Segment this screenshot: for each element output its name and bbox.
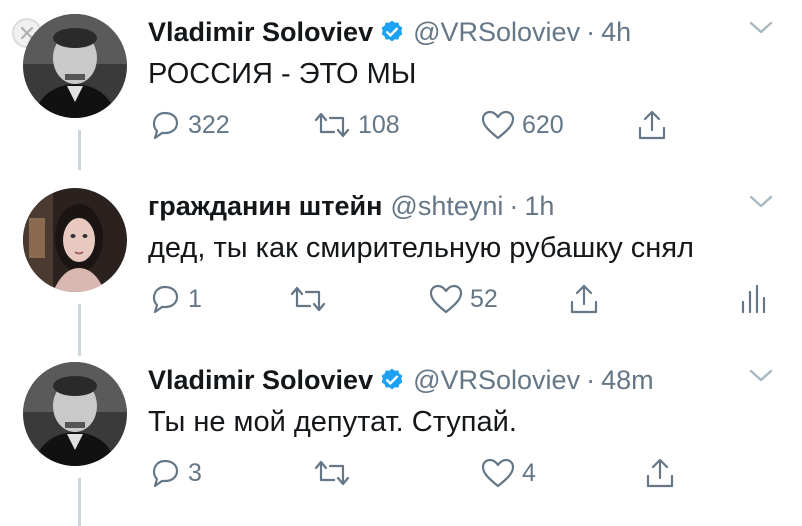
verified-badge-icon xyxy=(379,367,405,393)
user-handle[interactable]: @shteyni xyxy=(390,191,503,222)
like-icon xyxy=(480,108,516,142)
timestamp[interactable]: 4h xyxy=(601,17,631,48)
retweet-icon xyxy=(312,456,352,490)
tweet-text: дед, ты как смирительную рубашку снял xyxy=(148,232,694,264)
retweet-button[interactable] xyxy=(288,282,334,316)
share-button[interactable] xyxy=(636,108,668,142)
tweet[interactable]: Vladimir Soloviev @VRSoloviev · 4h РОССИ… xyxy=(0,14,802,164)
tweet-actions: 3 4 xyxy=(0,456,802,492)
separator: · xyxy=(509,190,519,221)
retweet-button[interactable] xyxy=(312,456,358,490)
avatar[interactable] xyxy=(23,188,127,292)
like-button[interactable]: 620 xyxy=(480,108,564,142)
chevron-down-icon[interactable] xyxy=(748,194,774,210)
chevron-down-icon[interactable] xyxy=(748,368,774,384)
share-icon xyxy=(568,282,600,316)
like-count: 620 xyxy=(522,110,564,139)
avatar[interactable] xyxy=(23,362,127,466)
tweet-text: Ты не мой депутат. Ступай. xyxy=(148,406,517,438)
tweet[interactable]: гражданин штейн @shteyni · 1h дед, ты ка… xyxy=(0,188,802,338)
reply-icon xyxy=(148,108,182,142)
display-name[interactable]: Vladimir Soloviev xyxy=(148,17,373,48)
like-count: 4 xyxy=(522,458,536,487)
reply-button[interactable]: 3 xyxy=(148,456,202,490)
retweet-icon xyxy=(312,108,352,142)
like-count: 52 xyxy=(470,284,498,313)
tweet-actions: 322 108 620 xyxy=(0,108,802,144)
avatar[interactable] xyxy=(23,14,127,118)
tweet-thread: Vladimir Soloviev @VRSoloviev · 4h РОССИ… xyxy=(0,0,802,526)
share-button[interactable] xyxy=(644,456,676,490)
separator: · xyxy=(586,16,596,47)
reply-count: 322 xyxy=(188,110,230,139)
reply-icon xyxy=(148,456,182,490)
reply-button[interactable]: 322 xyxy=(148,108,230,142)
tweet-header: гражданин штейн @shteyni · 1h xyxy=(148,188,782,224)
like-button[interactable]: 52 xyxy=(428,282,498,316)
like-icon xyxy=(428,282,464,316)
chevron-down-icon[interactable] xyxy=(748,20,774,36)
tweet-header: Vladimir Soloviev @VRSoloviev · 48m xyxy=(148,362,782,398)
analytics-button[interactable] xyxy=(738,282,768,316)
tweet-header: Vladimir Soloviev @VRSoloviev · 4h xyxy=(148,14,782,50)
reply-button[interactable]: 1 xyxy=(148,282,202,316)
display-name[interactable]: гражданин штейн xyxy=(148,191,382,222)
retweet-button[interactable]: 108 xyxy=(312,108,400,142)
tweet-content: гражданин штейн @shteyni · 1h дед, ты ка… xyxy=(148,188,782,266)
timestamp[interactable]: 48m xyxy=(601,365,654,396)
tweet-actions: 1 52 xyxy=(0,282,802,318)
analytics-icon xyxy=(738,282,768,316)
share-icon xyxy=(644,456,676,490)
tweet[interactable]: Vladimir Soloviev @VRSoloviev · 48m Ты н… xyxy=(0,362,802,512)
reply-count: 3 xyxy=(188,458,202,487)
tweet-text: РОССИЯ - ЭТО МЫ xyxy=(148,58,417,90)
like-button[interactable]: 4 xyxy=(480,456,536,490)
reply-icon xyxy=(148,282,182,316)
user-handle[interactable]: @VRSoloviev xyxy=(413,365,580,396)
reply-count: 1 xyxy=(188,284,202,313)
retweet-icon xyxy=(288,282,328,316)
display-name[interactable]: Vladimir Soloviev xyxy=(148,365,373,396)
tweet-content: Vladimir Soloviev @VRSoloviev · 4h РОССИ… xyxy=(148,14,782,92)
share-icon xyxy=(636,108,668,142)
like-icon xyxy=(480,456,516,490)
user-handle[interactable]: @VRSoloviev xyxy=(413,17,580,48)
retweet-count: 108 xyxy=(358,110,400,139)
tweet-content: Vladimir Soloviev @VRSoloviev · 48m Ты н… xyxy=(148,362,782,440)
separator: · xyxy=(586,364,596,395)
share-button[interactable] xyxy=(568,282,600,316)
verified-badge-icon xyxy=(379,19,405,45)
timestamp[interactable]: 1h xyxy=(524,191,554,222)
